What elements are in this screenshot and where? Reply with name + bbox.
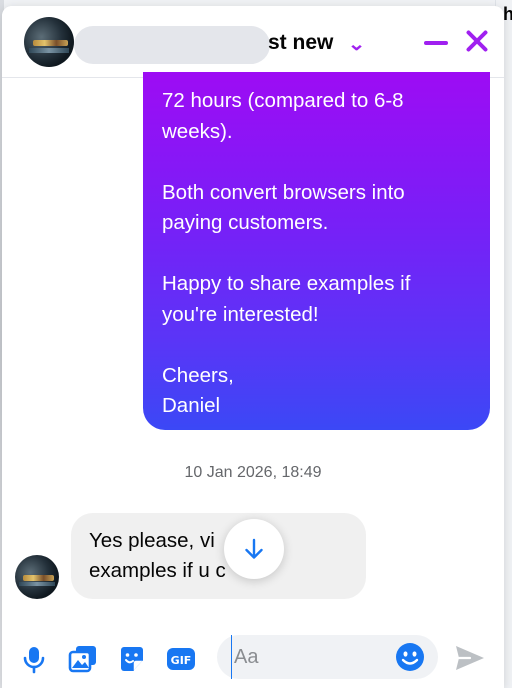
photo-icon[interactable] <box>68 644 98 674</box>
close-icon[interactable] <box>462 26 492 56</box>
sent-message-bubble: 72 hours (compared to 6-8 weeks). Both c… <box>143 72 490 430</box>
mic-icon[interactable] <box>19 644 49 674</box>
chevron-down-icon[interactable]: ⌄ <box>347 34 365 55</box>
message-paragraph: Cheers, Daniel <box>162 363 234 418</box>
conversation-title[interactable]: st new <box>268 31 333 55</box>
scroll-to-bottom-button[interactable] <box>224 519 284 579</box>
send-icon[interactable] <box>454 643 486 673</box>
gif-icon[interactable]: GIF <box>166 644 196 674</box>
message-composer: GIF <box>2 626 504 688</box>
message-input[interactable] <box>231 635 391 679</box>
arrow-down-icon <box>245 538 263 559</box>
received-message-bubble: Yes please, vi examples if u c <box>71 513 366 599</box>
message-paragraph: Both convert browsers into paying custom… <box>162 180 405 235</box>
contact-name-redacted[interactable] <box>74 26 270 64</box>
minimize-icon[interactable] <box>424 26 450 56</box>
svg-text:GIF: GIF <box>171 654 192 667</box>
message-input-container <box>217 635 438 679</box>
message-paragraph: Happy to share examples if you're intere… <box>162 272 411 326</box>
message-paragraph: 72 hours (compared to 6-8 weeks). <box>162 89 404 143</box>
chat-header: st new ⌄ <box>2 6 504 78</box>
contact-avatar[interactable] <box>24 17 74 67</box>
chat-window: st new ⌄ 72 hours (compared to 6-8 weeks… <box>2 6 504 688</box>
message-timestamp: 10 Jan 2026, 18:49 <box>184 464 322 481</box>
background-text: h <box>503 4 512 24</box>
sender-avatar[interactable] <box>15 555 59 599</box>
sticker-icon[interactable] <box>117 644 147 674</box>
emoji-icon[interactable] <box>395 642 425 672</box>
